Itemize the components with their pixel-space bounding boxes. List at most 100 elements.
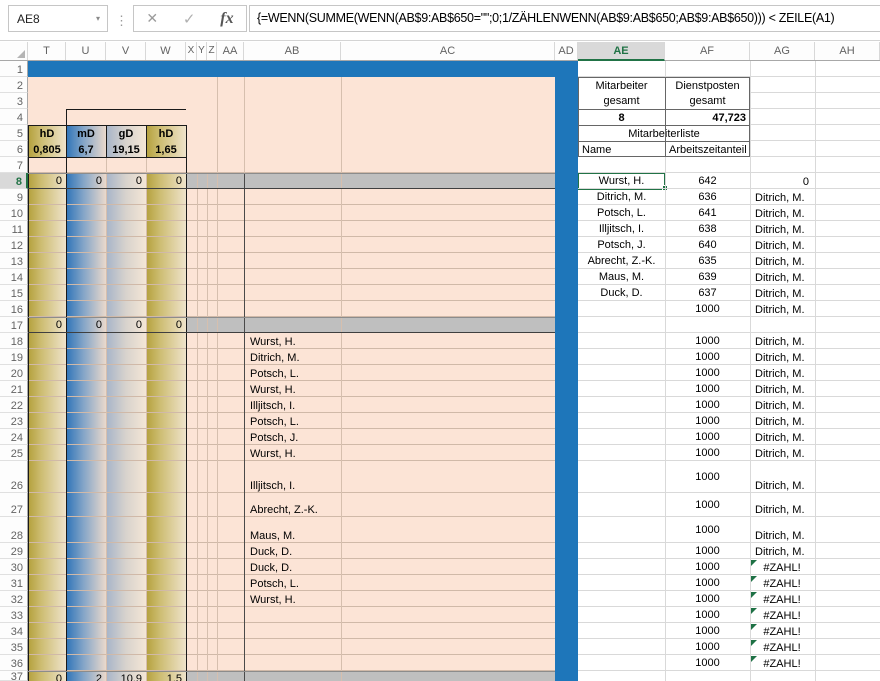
row-header-2[interactable]: 2 — [0, 77, 28, 93]
cell-AB29[interactable]: Duck, D. — [250, 543, 339, 559]
cell-AG13[interactable]: Ditrich, M. — [755, 253, 809, 269]
cell-AG16[interactable]: Ditrich, M. — [755, 301, 809, 317]
row-header-12[interactable]: 12 — [0, 237, 28, 253]
cell-V5[interactable]: gD — [106, 126, 146, 141]
row-header-14[interactable]: 14 — [0, 269, 28, 285]
cell-AB24[interactable]: Potsch, J. — [250, 429, 339, 445]
formula-bar[interactable]: {=WENN(SUMME(WENN(AB$9:AB$650="";0;1/ZÄH… — [249, 5, 880, 32]
row-header-5[interactable]: 5 — [0, 125, 28, 141]
cell-W8[interactable]: 0 — [146, 173, 182, 189]
cell-AG22[interactable]: Ditrich, M. — [755, 397, 809, 413]
cell-AE11[interactable]: Illjitsch, I. — [579, 221, 664, 237]
cell-W5[interactable]: hD — [146, 126, 186, 141]
cell-AF28[interactable]: 1000 — [665, 517, 750, 543]
cell-AG15[interactable]: Ditrich, M. — [755, 285, 809, 301]
cell-V37[interactable]: 10,9 — [106, 671, 142, 681]
cell-AG28[interactable]: Ditrich, M. — [755, 517, 809, 543]
cell-AF24[interactable]: 1000 — [665, 429, 750, 445]
row-header-10[interactable]: 10 — [0, 205, 28, 221]
cell-AB20[interactable]: Potsch, L. — [250, 365, 339, 381]
cell-AF25[interactable]: 1000 — [665, 445, 750, 461]
cell-AF16[interactable]: 1000 — [665, 301, 750, 317]
cell-AB21[interactable]: Wurst, H. — [250, 381, 339, 397]
cancel-icon[interactable]: ✕ — [146, 10, 158, 27]
title-band-row1[interactable] — [28, 61, 555, 77]
cell-AG35[interactable]: #ZAHL! — [755, 639, 809, 655]
cell-AG8[interactable]: 0 — [755, 173, 809, 189]
cell-AE10[interactable]: Potsch, L. — [579, 205, 664, 221]
cell-AF33[interactable]: 1000 — [665, 607, 750, 623]
cell-AG27[interactable]: Ditrich, M. — [755, 493, 809, 517]
cell-T6[interactable]: 0,805 — [28, 142, 66, 157]
cell-AF27[interactable]: 1000 — [665, 493, 750, 517]
cell-AG9[interactable]: Ditrich, M. — [755, 189, 809, 205]
row-header-29[interactable]: 29 — [0, 543, 28, 559]
row-header-8[interactable]: 8 — [0, 173, 28, 189]
cell-AG34[interactable]: #ZAHL! — [755, 623, 809, 639]
cell-T8[interactable]: 0 — [28, 173, 62, 189]
column-header-AH[interactable]: AH — [815, 42, 880, 60]
cell-AF19[interactable]: 1000 — [665, 349, 750, 365]
row-header-22[interactable]: 22 — [0, 397, 28, 413]
row-header-16[interactable]: 16 — [0, 301, 28, 317]
row-header-19[interactable]: 19 — [0, 349, 28, 365]
cell-AF36[interactable]: 1000 — [665, 655, 750, 671]
cell-AF35[interactable]: 1000 — [665, 639, 750, 655]
row-header-13[interactable]: 13 — [0, 253, 28, 269]
cell-AG21[interactable]: Ditrich, M. — [755, 381, 809, 397]
cell-V6[interactable]: 19,15 — [106, 142, 146, 157]
formula-bar-handle-icon[interactable]: ⋮ — [115, 8, 127, 34]
column-header-AC[interactable]: AC — [341, 42, 555, 60]
separator-band-row17[interactable] — [186, 317, 555, 333]
column-header-Z[interactable]: Z — [207, 42, 217, 60]
cell-AF22[interactable]: 1000 — [665, 397, 750, 413]
cell-AG25[interactable]: Ditrich, M. — [755, 445, 809, 461]
cell-AE12[interactable]: Potsch, J. — [579, 237, 664, 253]
cell-AB18[interactable]: Wurst, H. — [250, 333, 339, 349]
cell-AG18[interactable]: Ditrich, M. — [755, 333, 809, 349]
row-header-31[interactable]: 31 — [0, 575, 28, 591]
cell-AF15[interactable]: 637 — [665, 285, 750, 301]
row-header-33[interactable]: 33 — [0, 607, 28, 623]
cell-AF11[interactable]: 638 — [665, 221, 750, 237]
column-header-Y[interactable]: Y — [197, 42, 207, 60]
cell-AF20[interactable]: 1000 — [665, 365, 750, 381]
cell-AB31[interactable]: Potsch, L. — [250, 575, 339, 591]
cell-AF30[interactable]: 1000 — [665, 559, 750, 575]
column-header-X[interactable]: X — [186, 42, 197, 60]
row-header-25[interactable]: 25 — [0, 445, 28, 461]
cell-T5[interactable]: hD — [28, 126, 66, 141]
column-header-W[interactable]: W — [146, 42, 186, 60]
column-header-AG[interactable]: AG — [750, 42, 815, 60]
cell-AF9[interactable]: 636 — [665, 189, 750, 205]
cell-AE13[interactable]: Abrecht, Z.-K. — [579, 253, 664, 269]
cell-AF26[interactable]: 1000 — [665, 461, 750, 493]
column-header-AA[interactable]: AA — [217, 42, 244, 60]
row-header-36[interactable]: 36 — [0, 655, 28, 671]
cell-AE14[interactable]: Maus, M. — [579, 269, 664, 285]
cell-AG20[interactable]: Ditrich, M. — [755, 365, 809, 381]
cell-W37[interactable]: 1,5 — [146, 671, 182, 681]
cell-AE8[interactable]: Wurst, H. — [579, 173, 664, 189]
cell-AF21[interactable]: 1000 — [665, 381, 750, 397]
row-header-20[interactable]: 20 — [0, 365, 28, 381]
cell-AG36[interactable]: #ZAHL! — [755, 655, 809, 671]
row-header-15[interactable]: 15 — [0, 285, 28, 301]
cell-AF29[interactable]: 1000 — [665, 543, 750, 559]
cell-AG33[interactable]: #ZAHL! — [755, 607, 809, 623]
select-all-button[interactable] — [0, 42, 28, 60]
cell-AB19[interactable]: Ditrich, M. — [250, 349, 339, 365]
cell-V8[interactable]: 0 — [106, 173, 142, 189]
column-header-AB[interactable]: AB — [244, 42, 341, 60]
cell-AF32[interactable]: 1000 — [665, 591, 750, 607]
row-header-3[interactable]: 3 — [0, 93, 28, 109]
cell-AG11[interactable]: Ditrich, M. — [755, 221, 809, 237]
cell-AG19[interactable]: Ditrich, M. — [755, 349, 809, 365]
cell-AE9[interactable]: Ditrich, M. — [579, 189, 664, 205]
row-header-35[interactable]: 35 — [0, 639, 28, 655]
cell-W17[interactable]: 0 — [146, 317, 182, 333]
enter-icon[interactable]: ✓ — [183, 10, 196, 28]
cell-AF31[interactable]: 1000 — [665, 575, 750, 591]
row-header-18[interactable]: 18 — [0, 333, 28, 349]
cell-U37[interactable]: 2 — [66, 671, 102, 681]
